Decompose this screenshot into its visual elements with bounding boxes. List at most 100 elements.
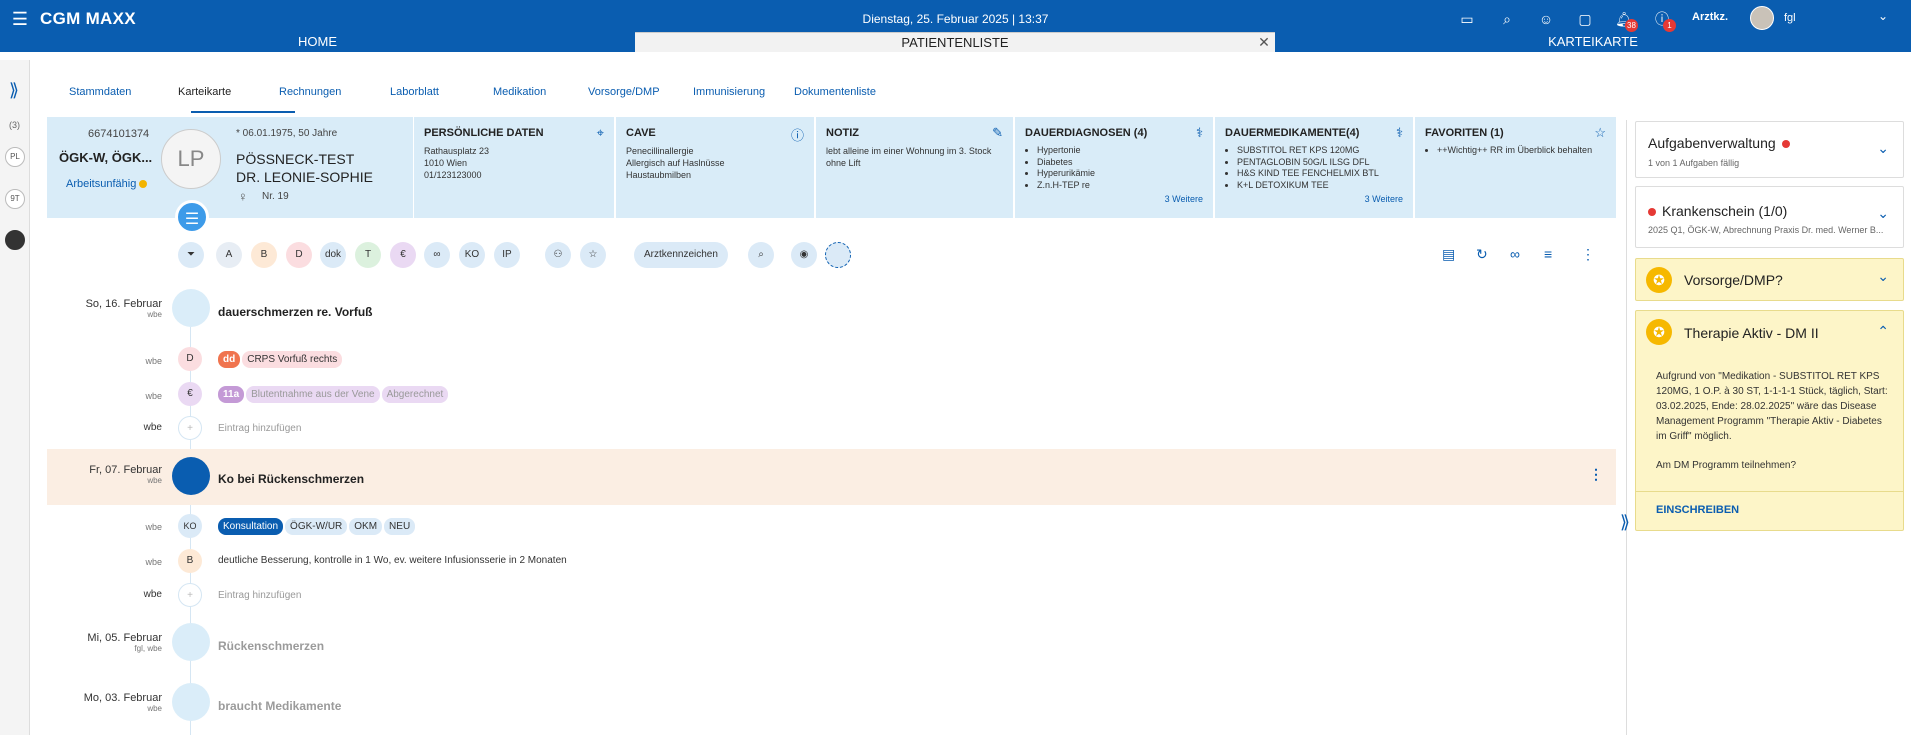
notiz-section[interactable]: NOTIZ ✎ lebt alleine im einer Wohnung im… [814, 117, 1013, 218]
type-b-badge: B [178, 549, 202, 573]
rail-item-9t[interactable]: 9T [5, 189, 25, 209]
subtab-karteikarte[interactable]: Karteikarte [178, 86, 231, 98]
medication-icon[interactable]: ⚕ [1396, 125, 1403, 141]
info-icon[interactable]: ⓘ [791, 125, 804, 144]
subtab-laborblatt[interactable]: Laborblatt [390, 86, 439, 98]
filter-a[interactable]: A [216, 242, 242, 268]
add-entry[interactable]: Eintrag hinzufügen [218, 590, 301, 601]
filter-ko[interactable]: KO [459, 242, 485, 268]
rail-patient-avatar[interactable] [5, 230, 25, 250]
chevron-down-icon[interactable]: ⌄ [1877, 268, 1889, 285]
search-icon[interactable]: ⌕ [1496, 8, 1518, 30]
add-entry[interactable]: Eintrag hinzufügen [218, 423, 301, 434]
info-icon[interactable]: ⓘ 1 [1651, 8, 1676, 32]
diagnosis-item: Z.n.H-TEP re [1037, 180, 1205, 192]
tab-karteikarte[interactable]: KARTEIKARTE [1275, 32, 1911, 52]
filter-t[interactable]: T [355, 242, 381, 268]
dauerdiagnosen-section[interactable]: DAUERDIAGNOSEN (4) ⚕ Hypertonie Diabetes… [1013, 117, 1213, 218]
add-icon[interactable]: + [178, 416, 202, 440]
chevron-up-icon[interactable]: ⌃ [1877, 323, 1889, 340]
person-icon[interactable]: ☺ [1535, 8, 1557, 30]
user-name[interactable]: fgl [1784, 12, 1796, 24]
search-icon[interactable]: ⌕ [748, 242, 774, 268]
history-icon[interactable]: ↻ [1476, 246, 1488, 263]
subtab-rechnungen[interactable]: Rechnungen [279, 86, 341, 98]
subtab-stammdaten[interactable]: Stammdaten [69, 86, 131, 98]
filter-d[interactable]: D [286, 242, 312, 268]
therapie-card: ✪ Therapie Aktiv - DM II ⌃ Aufgrund von … [1635, 310, 1904, 531]
more-vertical-icon[interactable]: ⋮ [1581, 246, 1595, 263]
eye-icon[interactable]: ◉ [791, 242, 817, 268]
chevron-down-icon[interactable]: ⌄ [1877, 140, 1889, 157]
entry-dot[interactable] [172, 457, 210, 495]
arztkz-label[interactable]: Arztkz. [1692, 11, 1728, 23]
filter-dok[interactable]: dok [320, 242, 346, 268]
entry-title[interactable]: Rückenschmerzen [218, 639, 324, 653]
collapse-panel-icon[interactable]: ⟫ [1620, 512, 1630, 533]
consultation-row[interactable]: Konsultation ÖGK-W/UR OKM NEU [218, 518, 417, 535]
finding-text[interactable]: deutliche Besserung, kontrolle in 1 Wo, … [218, 555, 567, 566]
hamburger-menu-icon[interactable]: ☰ [10, 9, 30, 29]
more-link[interactable]: 3 Weitere [1365, 194, 1403, 204]
cave-section[interactable]: CAVE ⓘ Penecillinallergie Allergisch auf… [614, 117, 814, 218]
entry-dot[interactable] [172, 683, 210, 721]
subtab-vorsorge[interactable]: Vorsorge/DMP [588, 86, 660, 98]
expand-chevron-icon[interactable]: ⟫ [9, 80, 19, 101]
work-status[interactable]: Arbeitsunfähig [66, 178, 136, 190]
document-icon[interactable]: ≡ [1544, 246, 1552, 262]
filter-euro[interactable]: € [390, 242, 416, 268]
consultation-tag: Konsultation [218, 518, 284, 535]
chevron-down-icon[interactable]: ⌄ [1878, 9, 1888, 23]
link-icon[interactable]: ∞ [1510, 246, 1520, 262]
user-avatar[interactable] [1750, 6, 1774, 30]
clipboard-icon[interactable]: ▤ [1442, 246, 1455, 263]
cave-line: Penecillinallergie [626, 146, 694, 156]
pin-icon[interactable]: ✎ [992, 125, 1003, 141]
card-body-text: Aufgrund von "Medikation - SUBSTITOL RET… [1656, 371, 1888, 442]
einschreiben-button[interactable]: EINSCHREIBEN [1656, 504, 1739, 516]
location-pin-icon[interactable]: ⌖ [597, 125, 604, 141]
subtab-immunisierung[interactable]: Immunisierung [693, 86, 765, 98]
dashed-circle-icon[interactable] [825, 242, 851, 268]
subtab-dokumentenliste[interactable]: Dokumentenliste [794, 86, 876, 98]
close-tab-icon[interactable]: ✕ [1256, 34, 1272, 50]
aufgaben-card[interactable]: Aufgabenverwaltung 1 von 1 Aufgaben fäll… [1635, 121, 1904, 178]
tab-patientenliste[interactable]: PATIENTENLISTE [635, 32, 1275, 52]
chat-icon[interactable]: ▢ [1574, 8, 1596, 30]
entry-title[interactable]: Ko bei Rückenschmerzen [218, 472, 364, 486]
chevron-down-icon[interactable]: ⌄ [1877, 205, 1889, 222]
filter-ip[interactable]: IP [494, 242, 520, 268]
users-icon[interactable]: ⚇ [545, 242, 571, 268]
stethoscope-icon[interactable]: ⚕ [1196, 125, 1203, 141]
subtab-medikation[interactable]: Medikation [493, 86, 546, 98]
arztkennzeichen-filter[interactable]: Arztkennzeichen [634, 242, 728, 268]
more-vertical-icon[interactable]: ⋮ [1589, 466, 1603, 483]
card-reader-icon[interactable]: ▭ [1456, 8, 1478, 30]
consultation-tag: OKM [349, 518, 383, 535]
diagnosis-row[interactable]: dd CRPS Vorfuß rechts [218, 351, 344, 368]
krankenschein-card[interactable]: Krankenschein (1/0) 2025 Q1, ÖGK-W, Abre… [1635, 186, 1904, 248]
entry-dot[interactable] [172, 289, 210, 327]
dauermedikamente-section[interactable]: DAUERMEDIKAMENTE(4) ⚕ SUBSTITOL RET KPS … [1213, 117, 1413, 218]
patient-avatar[interactable]: LP [161, 129, 221, 189]
bell-icon[interactable]: 🔔︎ 38 [1613, 8, 1638, 32]
link-icon[interactable]: ∞ [424, 242, 450, 268]
favoriten-section[interactable]: FAVORITEN (1) ☆ ++Wichtig++ RR im Überbl… [1413, 117, 1616, 218]
tab-home[interactable]: HOME [0, 32, 635, 52]
persoenliche-daten[interactable]: PERSÖNLICHE DATEN ⌖ Rathausplatz 23 1010… [413, 117, 614, 218]
vorsorge-card[interactable]: ✪ Vorsorge/DMP? ⌄ [1635, 258, 1904, 301]
section-title: NOTIZ [826, 127, 859, 139]
filter-icon[interactable]: ⏷ [178, 242, 204, 268]
billing-row[interactable]: 11a Blutentnahme aus der Vene Abgerechnet [218, 386, 450, 403]
entry-dot[interactable] [172, 623, 210, 661]
menu-button[interactable]: ☰ [175, 200, 209, 234]
more-link[interactable]: 3 Weitere [1165, 194, 1203, 204]
rail-item-pl[interactable]: PL [5, 147, 25, 167]
filter-b[interactable]: B [251, 242, 277, 268]
star-icon[interactable]: ☆ [1594, 125, 1606, 141]
add-icon[interactable]: + [178, 583, 202, 607]
entry-title[interactable]: braucht Medikamente [218, 699, 341, 713]
star-icon[interactable]: ☆ [580, 242, 606, 268]
status-dot [139, 180, 147, 188]
entry-title[interactable]: dauerschmerzen re. Vorfuß [218, 305, 373, 319]
